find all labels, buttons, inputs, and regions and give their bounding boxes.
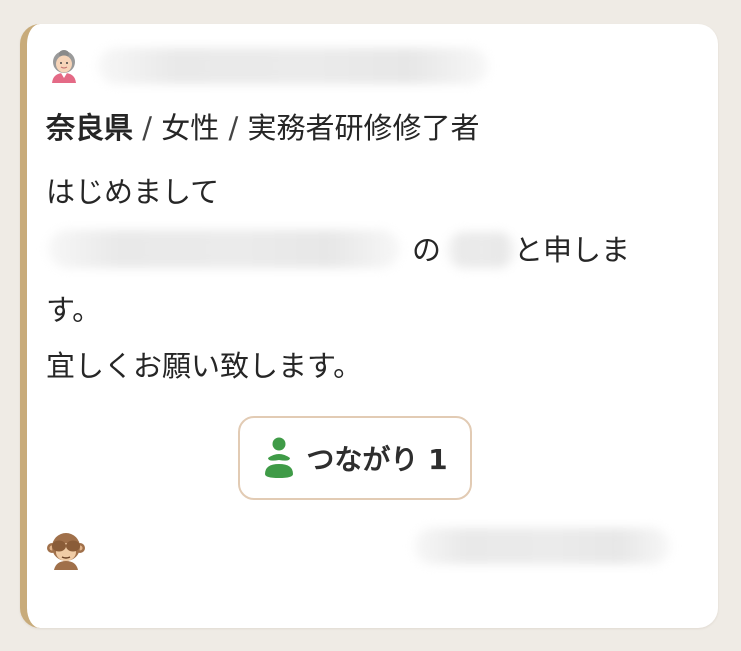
post-body-line-3: す。 — [46, 293, 102, 327]
redacted-footer-info — [414, 528, 670, 564]
connect-button[interactable]: つながり 1 — [238, 416, 472, 500]
separator: / — [219, 111, 248, 145]
post-body-line-1: はじめまして — [46, 175, 220, 209]
redacted-person-name — [446, 232, 516, 268]
elderly-woman-avatar-icon[interactable] — [46, 48, 82, 84]
redacted-company-name — [48, 230, 400, 268]
qualification: 実務者研修修了者 — [247, 111, 480, 145]
post-body-line-2b: と申しま — [514, 233, 631, 267]
separator: / — [133, 111, 162, 145]
user-profile-meta: 奈良県 / 女性 / 実務者研修修了者 — [46, 108, 479, 148]
post-body-line-2a: の — [412, 233, 442, 267]
post-body-line-4: 宜しくお願い致します。 — [46, 349, 363, 383]
redacted-user-name — [98, 48, 488, 84]
gender: 女性 — [161, 111, 220, 145]
connect-button-label: つながり 1 — [306, 443, 448, 476]
green-people-icon — [265, 437, 294, 478]
prefecture: 奈良県 — [46, 111, 134, 145]
see-no-evil-monkey-icon[interactable] — [46, 530, 86, 570]
post-header — [46, 46, 82, 86]
